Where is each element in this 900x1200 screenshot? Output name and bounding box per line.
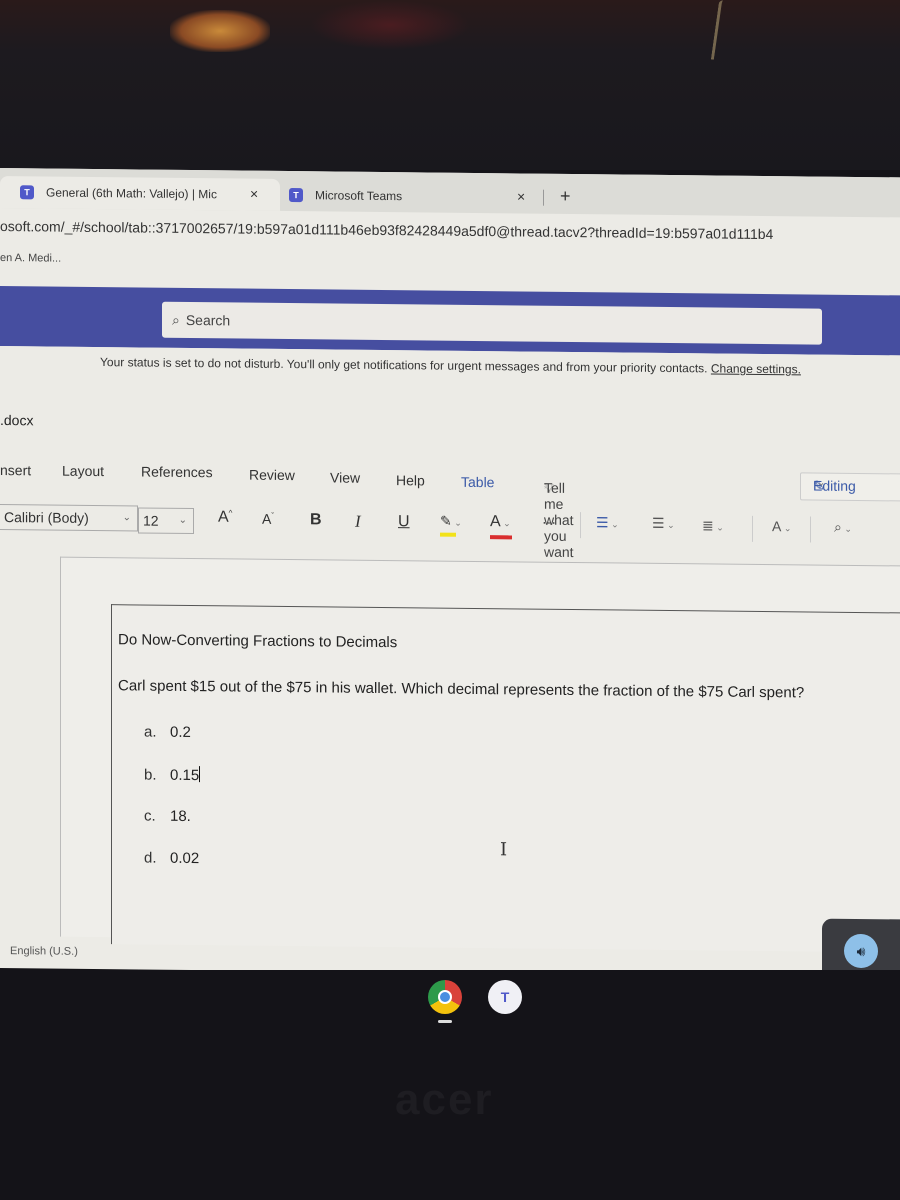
font-color-button[interactable]: A ⌄ xyxy=(490,513,511,531)
option-d[interactable]: d. 0.02 xyxy=(144,850,199,868)
close-tab-icon[interactable]: × xyxy=(517,188,525,204)
tab-layout[interactable]: Layout xyxy=(62,463,104,479)
tab-view[interactable]: View xyxy=(330,469,360,485)
numbering-button[interactable]: ☰ ⌄ xyxy=(652,515,675,532)
toolbar-divider xyxy=(752,515,753,542)
font-color-swatch xyxy=(490,535,512,540)
search-icon: ⌕ xyxy=(172,311,180,328)
change-settings-link[interactable]: Change settings. xyxy=(711,361,801,376)
align-icon: ≣ xyxy=(702,517,714,534)
document-canvas: Do Now-Converting Fractions to Decimals … xyxy=(60,556,900,953)
background-cable xyxy=(710,0,724,60)
document-heading: Do Now-Converting Fractions to Decimals xyxy=(118,631,398,652)
tab-table[interactable]: Table xyxy=(461,474,494,490)
brand-logo: acer xyxy=(395,1075,494,1124)
new-tab-button[interactable]: + xyxy=(560,186,571,207)
tab-title: General (6th Math: Vallejo) | Mic xyxy=(46,185,217,202)
italic-button[interactable]: I xyxy=(355,512,361,532)
tab-title: Microsoft Teams xyxy=(315,188,403,204)
text-caret xyxy=(199,766,201,783)
screen: T General (6th Math: Vallejo) | Mic × T … xyxy=(0,168,900,990)
styles-icon: A xyxy=(772,518,782,535)
bullet-list-icon: ☰ xyxy=(596,514,609,531)
search-placeholder: Search xyxy=(185,311,231,329)
font-family-value: Calibri (Body) xyxy=(4,509,89,526)
bold-button[interactable]: B xyxy=(310,511,322,529)
tab-insert[interactable]: nsert xyxy=(0,462,31,478)
toolbar-divider xyxy=(580,512,581,539)
dnd-message: Your status is set to do not disturb. Yo… xyxy=(100,355,708,376)
background-reflection xyxy=(310,0,470,50)
option-letter: c. xyxy=(144,807,156,825)
chrome-icon[interactable] xyxy=(428,980,462,1014)
search-input[interactable]: ⌕ Search xyxy=(162,301,822,345)
document-page[interactable]: Do Now-Converting Fractions to Decimals … xyxy=(111,604,900,953)
volume-icon[interactable]: 🔊︎ xyxy=(844,933,878,969)
highlighter-icon: ✎ xyxy=(440,512,452,529)
grow-font-button[interactable]: A^ xyxy=(218,508,232,526)
monitor-bezel-top xyxy=(0,0,900,170)
chevron-down-icon: ⌄ xyxy=(817,477,826,489)
tab-review[interactable]: Review xyxy=(249,467,295,483)
numbered-list-icon: ☰ xyxy=(652,514,665,531)
question-text: Carl spent $15 out of the $75 in his wal… xyxy=(118,677,805,702)
option-letter: d. xyxy=(144,849,157,867)
ribbon-tabs: nsert Layout References Review View Help… xyxy=(0,458,900,592)
formatting-toolbar: Calibri (Body) ⌄ 12 ⌄ A^ Aˇ B I U ✎ ⌄ A … xyxy=(0,502,900,545)
font-size-value: 12 xyxy=(143,512,159,529)
align-button[interactable]: ≣ ⌄ xyxy=(702,517,724,534)
find-button[interactable]: ⌕ ⌄ xyxy=(834,519,852,536)
bookmark-item[interactable]: en A. Medi... xyxy=(0,252,61,265)
background-light xyxy=(170,10,270,52)
option-value: 0.15 xyxy=(170,766,200,785)
search-icon: ⌕ xyxy=(834,518,842,535)
ibeam-cursor-icon: I xyxy=(500,839,508,861)
os-shelf: T acer xyxy=(0,970,900,1200)
option-b[interactable]: b. 0.15 xyxy=(144,766,201,785)
teams-favicon-icon: T xyxy=(20,185,34,200)
chevron-down-icon: ⌄ xyxy=(178,514,187,526)
highlight-button[interactable]: ✎ ⌄ xyxy=(440,513,462,530)
teams-favicon-icon: T xyxy=(289,188,303,203)
running-indicator xyxy=(438,1020,452,1023)
teams-header: ⌕ Search xyxy=(0,286,900,356)
document-name: .docx xyxy=(0,412,34,429)
editing-mode-button[interactable]: ✎ Editing ⌄ xyxy=(800,472,900,502)
close-tab-icon[interactable]: × xyxy=(250,186,258,202)
option-c[interactable]: c. 18. xyxy=(144,808,191,825)
underline-button[interactable]: U xyxy=(398,513,410,531)
browser-tab-general[interactable]: T General (6th Math: Vallejo) | Mic × xyxy=(0,176,280,211)
address-bar[interactable]: osoft.com/_#/school/tab::3717002657/19:b… xyxy=(0,212,900,249)
tab-references[interactable]: References xyxy=(141,463,213,480)
browser-tab-teams[interactable]: T Microsoft Teams × xyxy=(285,179,585,214)
language-status[interactable]: English (U.S.) xyxy=(10,945,78,958)
option-value: 18. xyxy=(170,807,191,825)
option-letter: a. xyxy=(144,723,157,741)
toolbar-divider xyxy=(810,516,811,543)
styles-button[interactable]: A ⌄ xyxy=(772,518,791,534)
browser-tab-strip: T General (6th Math: Vallejo) | Mic × T … xyxy=(0,168,900,218)
bullets-button[interactable]: ☰ ⌄ xyxy=(596,514,619,531)
tab-help[interactable]: Help xyxy=(396,472,425,488)
teams-app-icon[interactable]: T xyxy=(488,980,522,1014)
option-value: 0.02 xyxy=(170,849,200,868)
option-a[interactable]: a. 0.2 xyxy=(144,724,191,741)
tab-divider xyxy=(543,189,544,206)
highlight-color-swatch xyxy=(440,532,456,537)
more-options-button[interactable]: ··· xyxy=(542,514,556,530)
option-letter: b. xyxy=(144,766,157,784)
shrink-font-button[interactable]: Aˇ xyxy=(262,511,274,527)
option-value: 0.2 xyxy=(170,723,191,741)
chevron-down-icon: ⌄ xyxy=(122,512,131,524)
font-size-select[interactable]: 12 ⌄ xyxy=(138,507,194,535)
font-family-select[interactable]: Calibri (Body) ⌄ xyxy=(0,504,138,532)
